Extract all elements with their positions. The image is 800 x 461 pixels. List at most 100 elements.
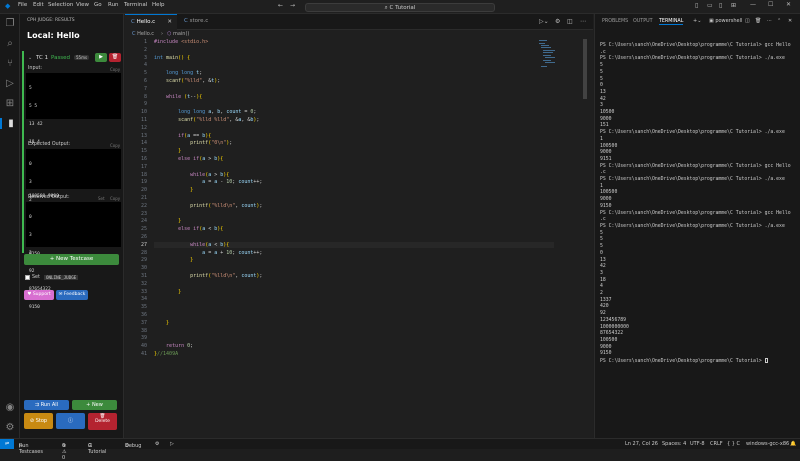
run-debug-icon[interactable]: ▷ — [0, 78, 20, 89]
new-testcase-button[interactable]: + New Testcase — [24, 254, 119, 265]
account-icon[interactable]: ◉ — [0, 402, 20, 413]
tab-terminal[interactable]: TERMINAL — [659, 19, 684, 25]
settings-gear-icon[interactable]: ⚙ — [555, 18, 560, 25]
tab-store-c[interactable]: C store.c — [178, 14, 230, 30]
manage-gear-icon[interactable]: ⚙ — [0, 422, 20, 433]
run-testcase-button[interactable]: ▶ — [95, 53, 107, 62]
toggle-sidebar-icon[interactable]: ▯ — [695, 2, 698, 9]
source-control-icon[interactable]: ⑂ — [0, 58, 20, 69]
feedback-button[interactable]: ✉ Feedback — [56, 290, 88, 300]
run-all-button[interactable]: ⇉ Run All — [24, 400, 69, 410]
input-textarea[interactable]: 5 5 5 13 42 18 4 1337 420 123456789 1000… — [26, 73, 121, 199]
breadcrumb-file[interactable]: C Hello.c — [132, 31, 154, 37]
line-number: 18 — [140, 171, 147, 178]
delete-all-button[interactable]: 🗑 Delete — [88, 413, 117, 430]
code-line: while(a > b){ — [190, 171, 230, 178]
more-actions-icon[interactable]: ⋯ — [580, 18, 586, 25]
cpp-config[interactable]: windows-gcc-x86 — [746, 441, 789, 447]
notifications-icon[interactable]: 🔔 — [790, 441, 796, 447]
indentation[interactable]: Spaces: 4 — [662, 441, 686, 447]
expected-output-label: Expected Output: — [28, 142, 71, 147]
terminal-cursor — [764, 358, 768, 364]
back-arrow-icon[interactable]: ← — [278, 2, 283, 9]
line-number: 39 — [140, 335, 147, 342]
minimize-icon[interactable]: — — [750, 1, 756, 8]
terminal-line: 100500 — [600, 337, 618, 343]
maximize-panel-icon[interactable]: ⌃ — [777, 18, 781, 24]
close-tab-icon[interactable]: ✕ — [167, 15, 172, 30]
command-center-search[interactable]: ⌕ C Tutorial — [305, 3, 495, 12]
terminal-line: 13 — [600, 257, 606, 263]
copy-expected-button[interactable]: Copy — [110, 143, 120, 148]
terminal-output[interactable]: PS C:\Users\sanch\OneDrive\Desktop\progr… — [600, 43, 798, 366]
line-number: 28 — [140, 249, 147, 256]
editor-scrollbar[interactable] — [583, 39, 587, 99]
minimap-preview — [539, 40, 555, 67]
menu-view[interactable]: View — [76, 2, 89, 8]
copy-input-button[interactable]: Copy — [110, 67, 120, 72]
search-view-icon[interactable]: ⌕ — [0, 38, 20, 49]
tab-problems[interactable]: PROBLEMS — [602, 19, 628, 24]
expected-line: 0 — [29, 162, 32, 167]
split-terminal-icon[interactable]: ◫ — [745, 18, 750, 24]
menu-help[interactable]: Help — [152, 2, 165, 8]
line-number: 5 — [143, 70, 147, 77]
menu-file[interactable]: File — [18, 2, 27, 8]
line-number: 40 — [140, 343, 147, 350]
menu-run[interactable]: Run — [108, 2, 119, 8]
terminal-line: 92 — [600, 311, 606, 317]
more-terminal-icon[interactable]: ⋯ — [767, 18, 772, 24]
set-expected-button[interactable]: Set — [98, 196, 105, 201]
delete-testcase-button[interactable]: 🗑 — [109, 53, 121, 62]
cursor-position[interactable]: Ln 27, Col 26 — [625, 441, 658, 447]
minimap[interactable] — [538, 39, 558, 69]
code-editor[interactable]: 1 #include <stdio.h> 2 3 int main() {4 5 long… — [125, 39, 593, 369]
tab-hello-c[interactable]: C Hello.c ✕ — [125, 14, 177, 30]
run-file-icon[interactable]: ▷⌄ — [539, 18, 549, 25]
cph-judge-icon[interactable]: ▮ — [0, 118, 20, 129]
line-number: 41 — [140, 351, 147, 357]
terminal-line: 123456789 — [600, 317, 626, 323]
split-editor-icon[interactable]: ◫ — [567, 18, 573, 25]
problems-count: 0 ⚠ 0 — [62, 443, 67, 461]
run-icon[interactable]: ▷ — [170, 441, 174, 447]
info-icon: ⓘ — [67, 418, 73, 424]
terminal-line: PS C:\Users\sanch\OneDrive\Desktop\progr… — [600, 177, 785, 183]
close-panel-icon[interactable]: ✕ — [788, 18, 792, 24]
close-window-icon[interactable]: ✕ — [786, 1, 791, 8]
support-button[interactable]: ♥ Support — [24, 290, 54, 300]
encoding[interactable]: UTF-8 — [690, 441, 705, 447]
toggle-secondary-sidebar-icon[interactable]: ▯ — [719, 2, 722, 9]
maximize-icon[interactable]: ☐ — [768, 1, 773, 8]
code-line: } — [190, 187, 194, 194]
menu-go[interactable]: Go — [94, 2, 102, 8]
add-terminal-icon[interactable]: +⌄ — [693, 18, 701, 24]
line-ending[interactable]: CRLF — [710, 441, 723, 447]
set-label: Set — [32, 275, 40, 280]
online-judge-checkbox[interactable] — [25, 275, 30, 280]
forward-arrow-icon[interactable]: → — [290, 2, 295, 9]
extensions-icon[interactable]: ⊞ — [0, 98, 20, 109]
line-number: 23 — [140, 210, 147, 217]
collapse-chevron-icon[interactable]: ⌄ — [28, 55, 32, 61]
explorer-icon[interactable]: ❐ — [0, 18, 20, 29]
menu-terminal[interactable]: Terminal — [124, 2, 147, 8]
build-icon[interactable]: ⚙ — [155, 441, 159, 447]
toggle-panel-icon[interactable]: ▭ — [707, 2, 713, 9]
new-button[interactable]: + New — [72, 400, 117, 410]
customize-layout-icon[interactable]: ⊞ — [731, 2, 736, 9]
menu-edit[interactable]: Edit — [33, 2, 44, 8]
language-mode[interactable]: { } C — [727, 441, 740, 447]
stop-button[interactable]: ⊘ Stop — [24, 413, 53, 429]
breadcrumb-symbol[interactable]: ⬡ main() — [167, 31, 189, 37]
copy-received-button[interactable]: Copy — [110, 196, 120, 201]
menu-selection[interactable]: Selection — [48, 2, 73, 8]
terminal-line: 42 — [600, 96, 606, 102]
run-all-label: Run All — [40, 402, 59, 408]
shell-selector[interactable]: ▣ powershell — [709, 18, 742, 24]
expected-output-textarea[interactable]: 0 3 2 92 87654322 9150 — [26, 149, 121, 257]
remote-icon[interactable]: ⇌ — [0, 439, 14, 449]
kill-terminal-icon[interactable]: 🗑 — [755, 18, 761, 24]
tab-output[interactable]: OUTPUT — [633, 19, 653, 24]
info-button[interactable]: ⓘ — [56, 413, 85, 429]
